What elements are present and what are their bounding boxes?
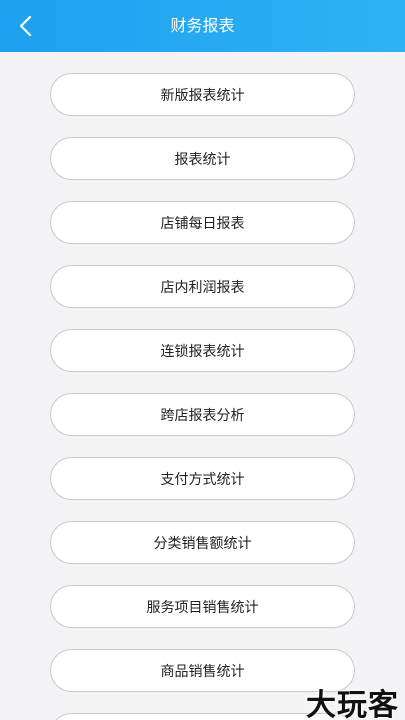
menu-item-service-sales-stats[interactable]: 服务项目销售统计: [50, 585, 355, 628]
menu-item-payment-method-stats[interactable]: 支付方式统计: [50, 457, 355, 500]
page-title: 财务报表: [170, 16, 235, 35]
menu-item-new-report-stats[interactable]: 新版报表统计: [50, 73, 355, 116]
menu-item-chain-report-stats[interactable]: 连锁报表统计: [50, 329, 355, 372]
watermark-logo: 大玩客: [306, 688, 399, 720]
report-menu: 新版报表统计 报表统计 店铺每日报表 店内利润报表 连锁报表统计 跨店报表分析 …: [0, 52, 405, 720]
menu-item-store-daily-report[interactable]: 店铺每日报表: [50, 201, 355, 244]
menu-item-cross-store-analysis[interactable]: 跨店报表分析: [50, 393, 355, 436]
header-bar: 财务报表: [0, 0, 405, 52]
menu-item-category-sales-stats[interactable]: 分类销售额统计: [50, 521, 355, 564]
chevron-left-icon: [19, 15, 32, 37]
menu-item-store-profit-report[interactable]: 店内利润报表: [50, 265, 355, 308]
back-button[interactable]: [8, 8, 44, 44]
menu-item-report-stats[interactable]: 报表统计: [50, 137, 355, 180]
app-screen: 财务报表 新版报表统计 报表统计 店铺每日报表 店内利润报表 连锁报表统计 跨店…: [0, 0, 405, 720]
